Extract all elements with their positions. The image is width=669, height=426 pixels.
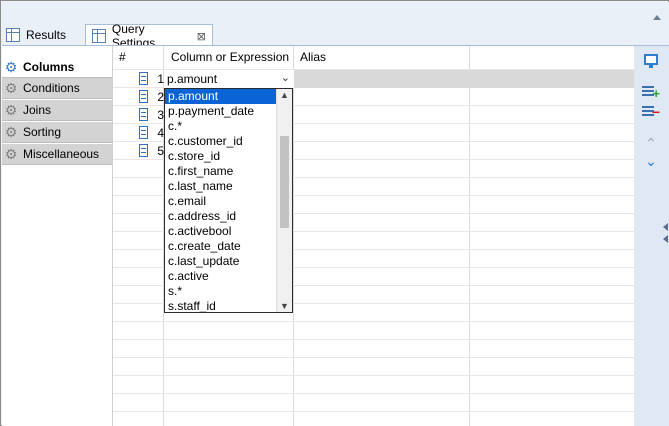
collapse-notch-icon[interactable] [663, 223, 668, 231]
column-expression-combobox[interactable]: p.amount ⌄ [164, 70, 294, 88]
sidebar-item-label: Conditions [23, 81, 80, 95]
gear-icon: ⚙ [4, 146, 18, 162]
collapse-notch-icon[interactable] [663, 235, 668, 243]
dropdown-option[interactable]: c.customer_id [165, 134, 292, 149]
table-row[interactable]: 4 [113, 124, 164, 142]
combobox-value: p.amount [167, 72, 218, 86]
move-down-icon[interactable]: ⌄ [642, 154, 660, 168]
tab-close-icon[interactable]: ⊠ [197, 30, 206, 43]
gear-icon: ⚙ [4, 102, 18, 118]
dropdown-option[interactable]: s.staff_id [165, 299, 292, 312]
dropdown-option[interactable]: c.* [165, 119, 292, 134]
column-dropdown-list[interactable]: p.amount p.payment_date c.* c.customer_i… [164, 88, 293, 313]
sidebar-item-joins[interactable]: ⚙ Joins [2, 100, 112, 121]
results-grid-icon [6, 28, 20, 42]
gear-icon: ⚙ [4, 59, 18, 75]
dropdown-option[interactable]: p.payment_date [165, 104, 292, 119]
gear-icon: ⚙ [4, 124, 18, 140]
row-number: 3 [157, 108, 164, 122]
dropdown-option[interactable]: c.first_name [165, 164, 292, 179]
table-row[interactable]: 1 [113, 70, 164, 88]
scroll-down-icon[interactable]: ▼ [280, 301, 289, 311]
header-num[interactable]: # [119, 50, 126, 64]
gear-icon: ⚙ [4, 80, 18, 96]
dropdown-option[interactable]: c.active [165, 269, 292, 284]
tab-query-settings[interactable]: Query Settings ⊠ [85, 22, 213, 50]
scrollbar-thumb[interactable] [280, 136, 289, 228]
sidebar-item-sorting[interactable]: ⚙ Sorting [2, 122, 112, 143]
minimize-caret-icon[interactable] [653, 15, 661, 20]
dropdown-option[interactable]: c.email [165, 194, 292, 209]
dropdown-option[interactable]: c.address_id [165, 209, 292, 224]
sidebar-item-columns[interactable]: ⚙ Columns [2, 57, 112, 78]
sidebar-item-conditions[interactable]: ⚙ Conditions [2, 78, 112, 99]
dropdown-scrollbar[interactable]: ▲ ▼ [276, 89, 292, 312]
row-number: 2 [157, 90, 164, 104]
editor-tab-bar: Results Query Settings ⊠ [2, 2, 669, 50]
dropdown-option[interactable]: c.create_date [165, 239, 292, 254]
table-row[interactable]: 5 [113, 142, 164, 160]
sidebar-item-label: Sorting [23, 125, 62, 139]
row-1-alias-cell[interactable] [294, 70, 634, 88]
grid-row-divider [113, 321, 634, 322]
row-number: 5 [157, 144, 164, 158]
chevron-down-icon[interactable]: ⌄ [281, 71, 290, 84]
dropdown-option[interactable]: c.last_name [165, 179, 292, 194]
remove-row-icon[interactable]: − [642, 104, 660, 120]
window-frame: Results Query Settings ⊠ ⚙ Columns ⚙ Con… [0, 0, 669, 426]
dropdown-option[interactable]: c.store_id [165, 149, 292, 164]
sidebar-item-miscellaneous[interactable]: ⚙ Miscellaneous [2, 144, 112, 165]
grid-row-divider [113, 393, 634, 394]
grid-row-divider [113, 411, 634, 412]
dropdown-option[interactable]: p.amount [165, 89, 276, 104]
query-settings-icon [92, 29, 106, 43]
sidebar-item-label: Columns [23, 60, 75, 74]
columns-grid: # Column or Expression Alias 1 2 3 4 5 p… [112, 45, 634, 426]
header-column-expression[interactable]: Column or Expression [171, 50, 289, 64]
dropdown-option[interactable]: s.* [165, 284, 292, 299]
move-up-icon[interactable]: ⌃ [642, 136, 660, 150]
tab-results[interactable]: Results [4, 24, 74, 46]
monitor-icon[interactable] [644, 54, 658, 68]
dropdown-option[interactable]: c.activebool [165, 224, 292, 239]
dropdown-option[interactable]: c.last_update [165, 254, 292, 269]
grid-row-divider [113, 339, 634, 340]
table-row[interactable]: 2 [113, 88, 164, 106]
sidebar-item-label: Joins [23, 103, 52, 117]
sidebar-item-label: Miscellaneous [23, 147, 100, 161]
table-row[interactable]: 3 [113, 106, 164, 124]
grid-row-divider [113, 375, 634, 376]
row-number: 1 [157, 72, 164, 86]
grid-row-divider [113, 357, 634, 358]
scroll-up-icon[interactable]: ▲ [280, 90, 289, 100]
settings-sidebar: ⚙ Columns ⚙ Conditions ⚙ Joins ⚙ Sorting… [2, 45, 112, 426]
grid-column-divider [293, 46, 294, 426]
header-alias[interactable]: Alias [300, 50, 326, 64]
row-number: 4 [157, 126, 164, 140]
tab-results-label: Results [26, 28, 67, 42]
add-row-icon[interactable]: + [642, 84, 660, 100]
grid-column-divider [469, 46, 470, 426]
